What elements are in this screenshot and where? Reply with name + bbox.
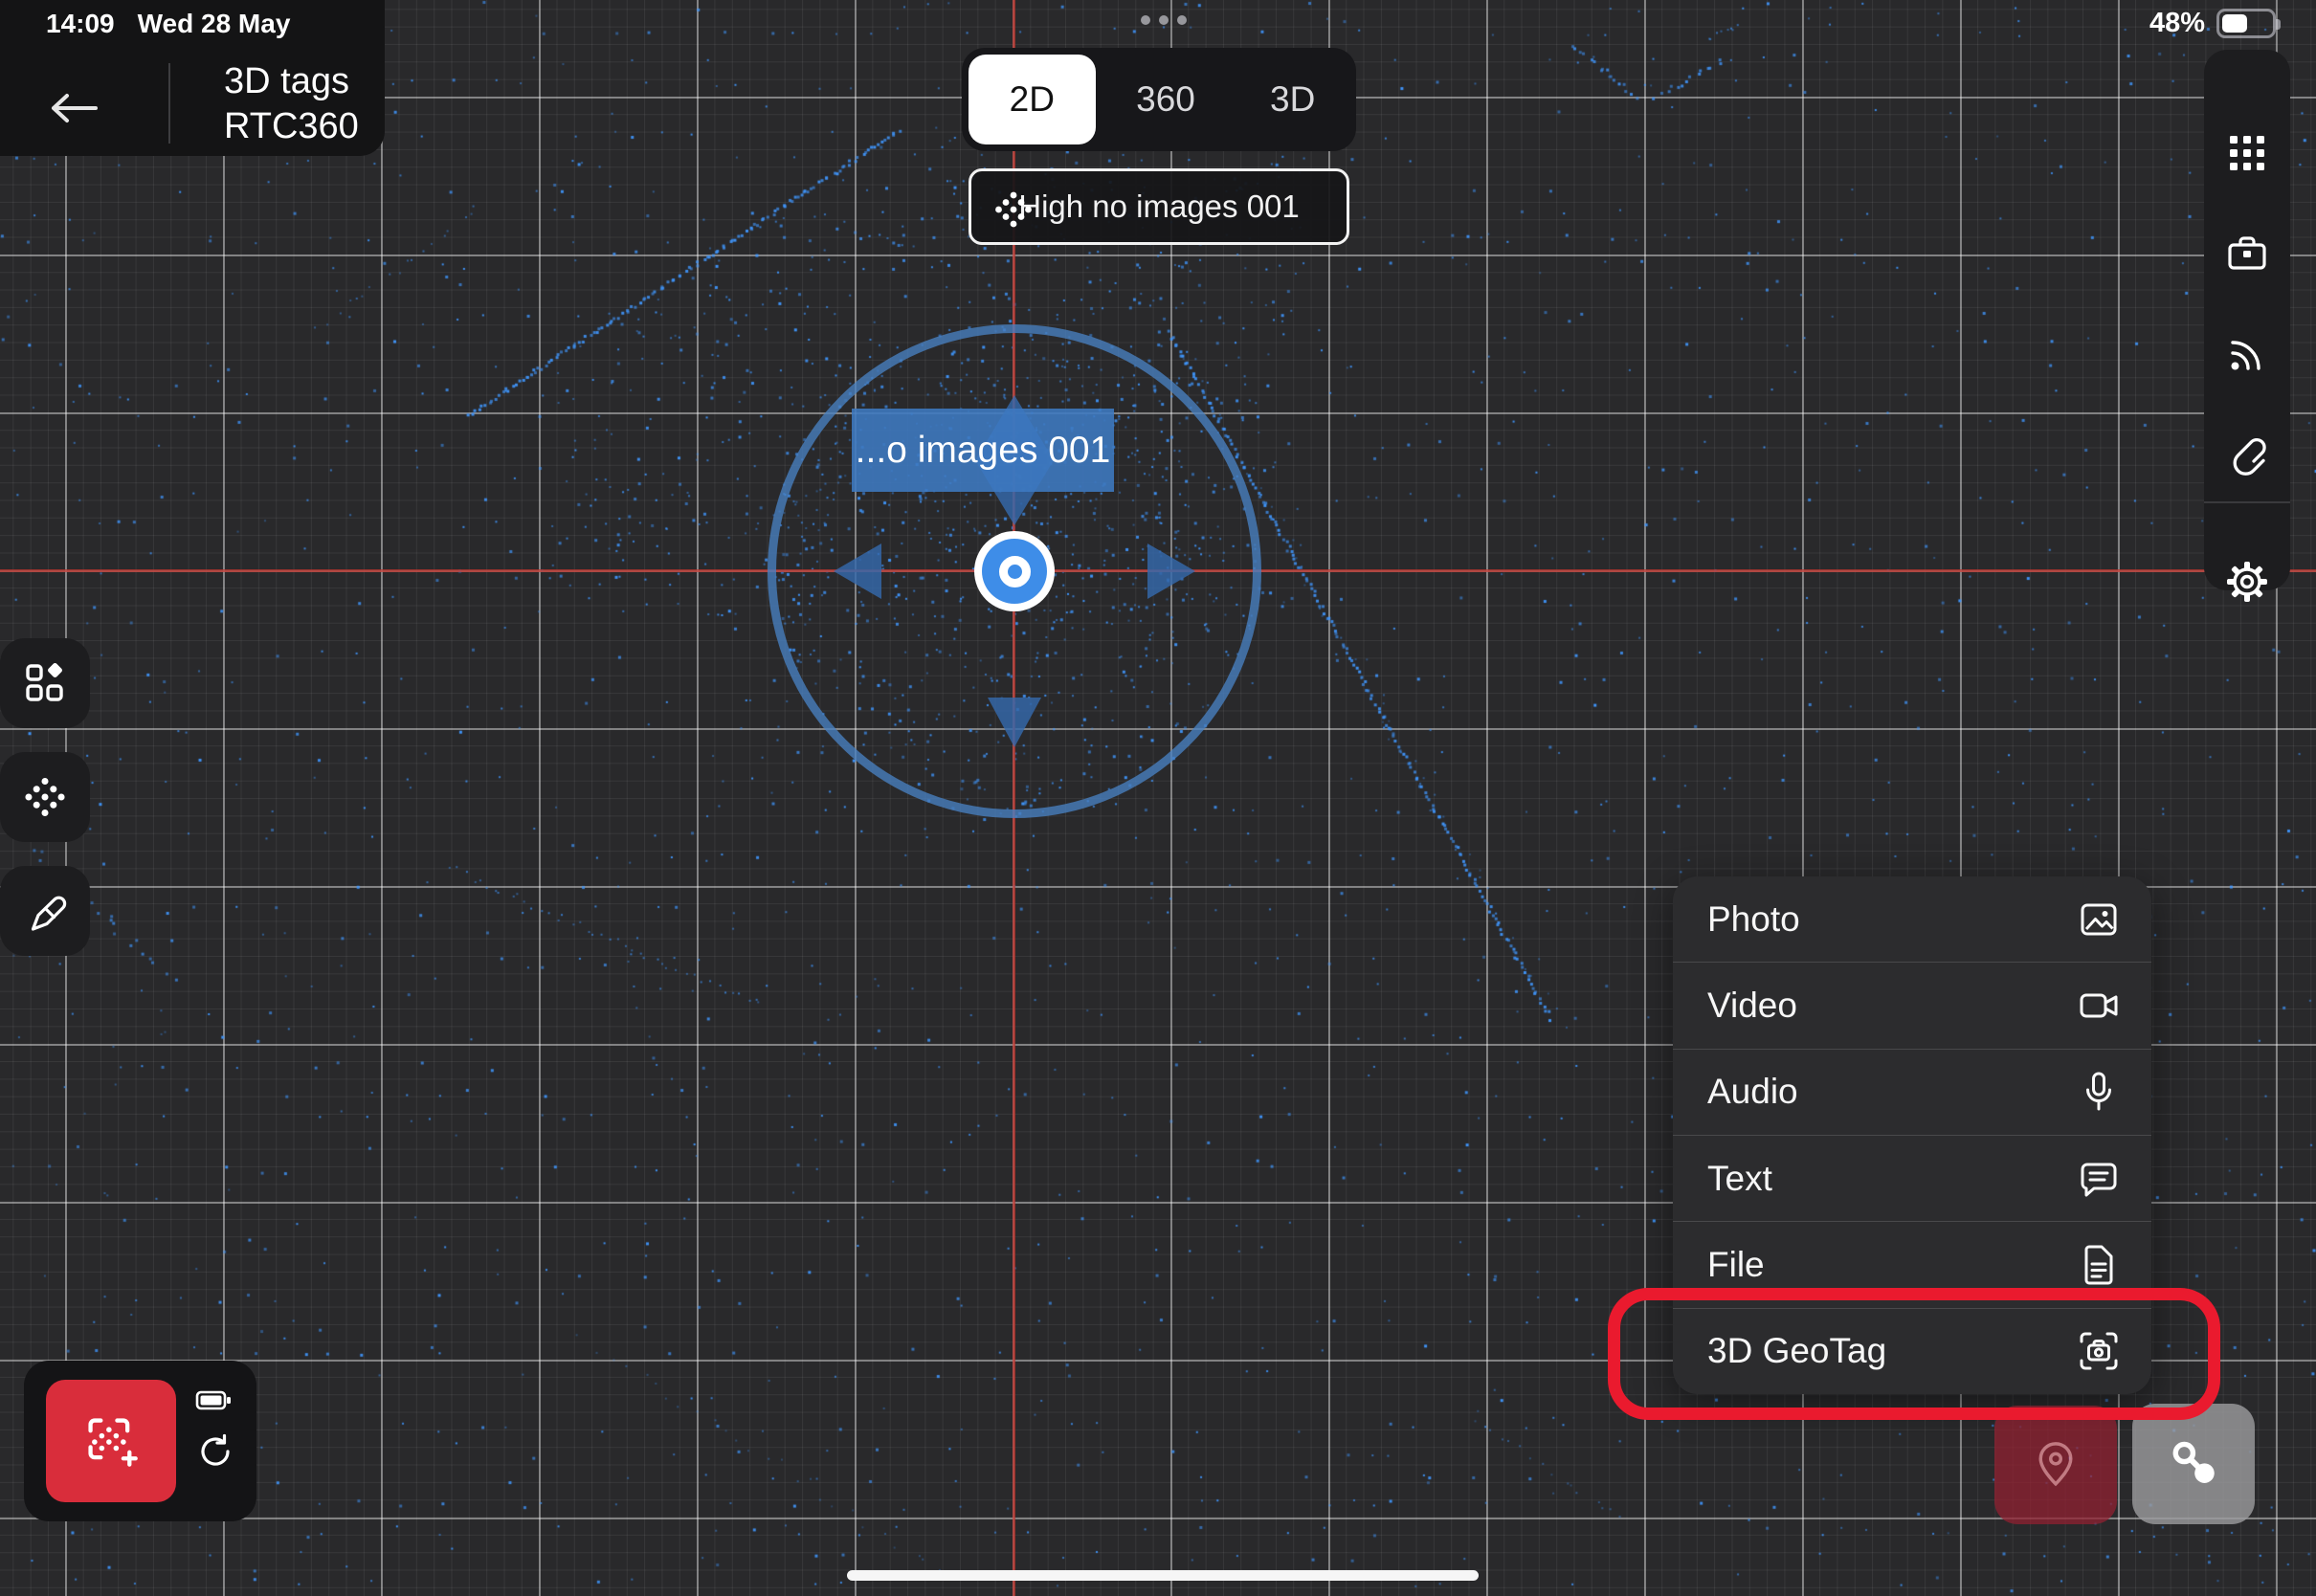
status-right: 48%: [2149, 8, 2276, 39]
cut-tool-button[interactable]: [0, 866, 90, 956]
microphone-icon: [2077, 1070, 2121, 1114]
point-cloud-icon: [994, 190, 1033, 229]
tab-2d[interactable]: 2D: [969, 55, 1096, 144]
header-panel: 14:09 Wed 28 May 3D tags RTC360: [0, 0, 385, 156]
scalpel-icon: [21, 887, 69, 935]
page-title: 3D tags RTC360: [224, 59, 359, 149]
view-switcher: 2D 360 3D: [962, 48, 1356, 151]
point-cloud-icon: [24, 776, 66, 818]
capture-panel: [24, 1361, 256, 1521]
menu-item-file[interactable]: File: [1673, 1221, 2151, 1307]
battery-percent: 48%: [2149, 8, 2205, 39]
geotag-node-button[interactable]: [2132, 1404, 2255, 1524]
categories-button[interactable]: [0, 638, 90, 728]
apps-grid-button[interactable]: [2204, 120, 2290, 187]
app-screen: ...o images 001 14:09 Wed 28 May 3D tags…: [0, 0, 2316, 1596]
tag-type-menu: Photo Video Audio Text: [1673, 876, 2151, 1394]
scene-selector-button[interactable]: High no images 001: [969, 168, 1349, 245]
toolbar-divider: [2204, 501, 2290, 503]
menu-item-3d-geotag[interactable]: 3D GeoTag: [1673, 1308, 2151, 1394]
sync-icon: [195, 1431, 235, 1472]
tab-360[interactable]: 360: [1102, 55, 1230, 144]
battery-icon: [2216, 9, 2276, 38]
location-pin-icon: [2029, 1438, 2082, 1492]
menu-item-text[interactable]: Text: [1673, 1135, 2151, 1221]
menu-item-video[interactable]: Video: [1673, 962, 2151, 1048]
paperclip-icon: [2225, 434, 2269, 478]
scene-name: High no images 001: [1018, 188, 1300, 225]
menu-item-audio[interactable]: Audio: [1673, 1049, 2151, 1135]
tab-3d[interactable]: 3D: [1229, 55, 1356, 144]
header-divider: [168, 63, 170, 144]
right-toolbar: [2204, 50, 2290, 590]
photo-icon: [2077, 898, 2121, 942]
toolbox-button[interactable]: [2204, 219, 2290, 286]
setup-label-text: ...o images 001: [856, 430, 1111, 472]
gear-icon: [2225, 560, 2269, 604]
rss-signal-icon: [2226, 333, 2268, 375]
back-button[interactable]: [48, 84, 105, 132]
menu-item-photo[interactable]: Photo: [1673, 876, 2151, 962]
toolbox-icon: [2225, 232, 2269, 274]
point-cloud-button[interactable]: [0, 752, 90, 842]
geotag-pin-button[interactable]: [1994, 1406, 2117, 1524]
video-camera-icon: [2077, 984, 2121, 1028]
status-time: 14:09: [46, 9, 115, 39]
stream-button[interactable]: [2204, 321, 2290, 388]
link-button[interactable]: [2204, 423, 2290, 490]
back-arrow-icon: [48, 91, 100, 125]
setup-position-marker[interactable]: [974, 531, 1055, 611]
speech-bubble-icon: [2077, 1157, 2121, 1201]
status-date: Wed 28 May: [138, 9, 291, 39]
multitask-indicator: [1141, 15, 1187, 25]
setup-label[interactable]: ...o images 001: [852, 409, 1114, 492]
categories-icon: [22, 660, 68, 706]
settings-button[interactable]: [2204, 548, 2290, 615]
sync-button[interactable]: [195, 1431, 235, 1472]
scan-add-icon: [82, 1412, 140, 1470]
geotag-camera-icon: [2077, 1329, 2121, 1373]
document-icon: [2077, 1243, 2121, 1287]
node-link-icon: [2166, 1436, 2221, 1492]
device-battery-icon: [195, 1389, 234, 1412]
home-indicator[interactable]: [847, 1570, 1479, 1581]
capture-scan-button[interactable]: [46, 1380, 176, 1502]
status-left: 14:09 Wed 28 May: [46, 9, 290, 39]
apps-grid-icon: [2226, 132, 2268, 174]
